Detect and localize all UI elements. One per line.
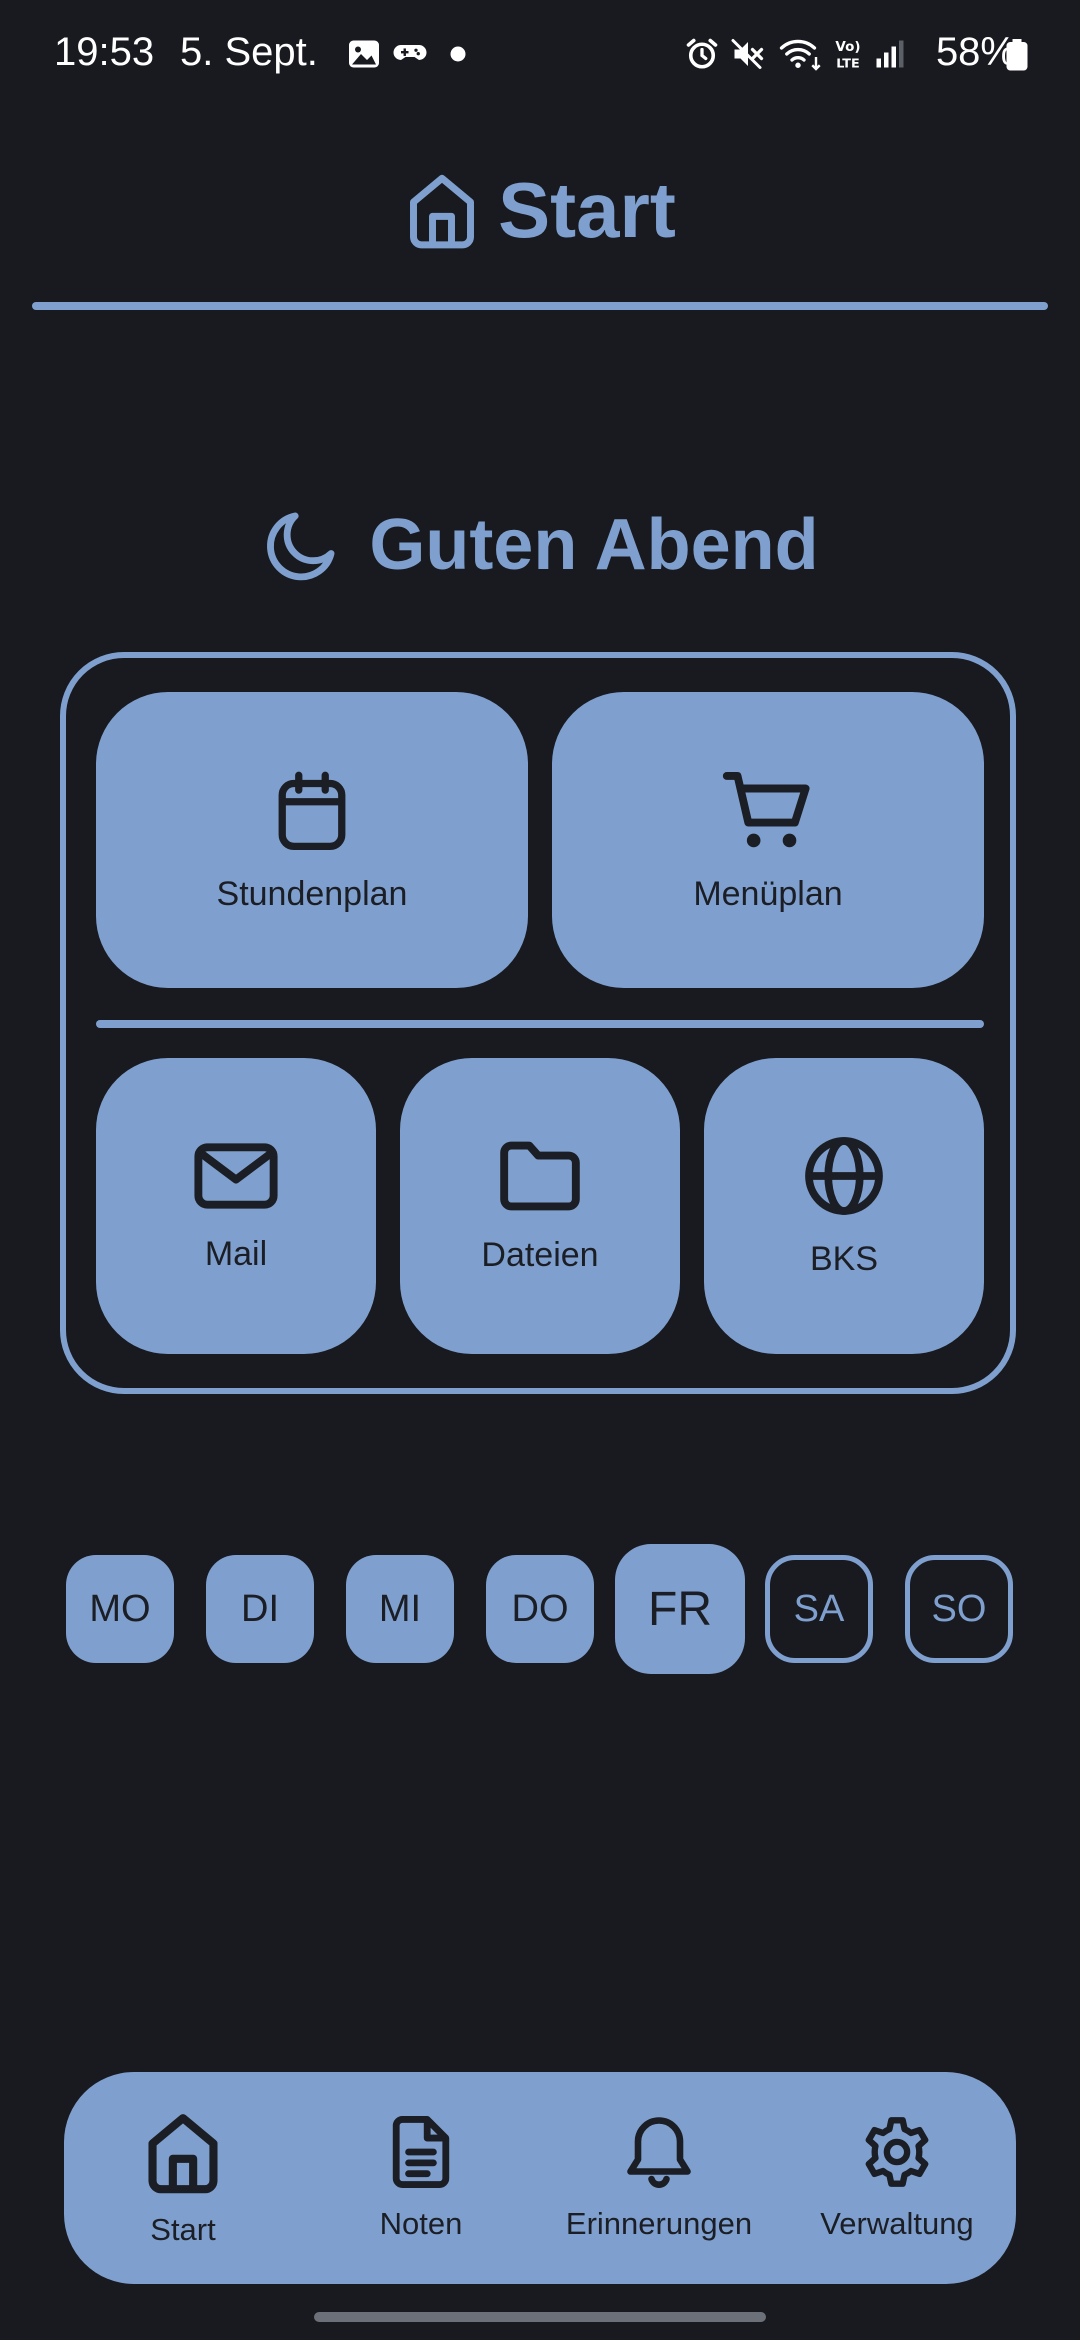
alarm-icon [686,38,718,69]
image-icon [349,40,379,68]
wifi-icon [779,39,821,71]
svg-text:LTE: LTE [836,57,859,72]
tile-label: Dateien [481,1235,599,1274]
home-icon [148,2114,218,2194]
mail-tile[interactable]: Mail [96,1058,376,1354]
tile-label: BKS [809,1239,879,1278]
greeting-text: Guten Abend [369,505,819,585]
page-header: Start [0,155,1080,265]
nav-item-start[interactable]: Start [64,2072,302,2284]
page-title: Start [498,165,676,254]
bell-icon [627,2117,691,2188]
nav-item-erinnerungen[interactable]: Erinnerungen [540,2072,778,2284]
day-chip-mi[interactable]: MI [346,1555,454,1663]
home-icon [410,174,475,249]
cart-icon [722,771,810,847]
tile-label: Stundenplan [216,874,408,913]
nav-label: Noten [379,2206,463,2241]
svg-text:Vo): Vo) [835,39,860,55]
gear-icon [865,2117,929,2187]
day-chip-mo[interactable]: MO [66,1555,174,1663]
stundenplan-tile[interactable]: Stundenplan [96,692,528,988]
bks-tile[interactable]: BKS [704,1058,984,1354]
calendar-icon [278,771,346,850]
status-time: 19:53 [54,30,155,74]
folder-icon [500,1141,580,1210]
document-icon [392,2116,450,2188]
mail-icon [194,1142,278,1209]
signal-icon [876,40,904,68]
game-controller-icon [393,45,427,60]
day-chip-do[interactable]: DO [486,1555,594,1663]
nav-label: Verwaltung [820,2206,974,2241]
nav-item-verwaltung[interactable]: Verwaltung [778,2072,1016,2284]
battery-icon [1006,39,1028,71]
tile-label: Menüplan [693,874,843,913]
day-chip-so[interactable]: SO [905,1555,1013,1663]
menueplan-tile[interactable]: Menüplan [552,692,984,988]
volte-icon: Vo) LTE [835,39,860,72]
bottom-navigation: Start Noten Erinnerungen Verwaltung [64,2072,1016,2284]
status-date: 5. Sept. [180,30,318,74]
greeting: Guten Abend [0,490,1080,600]
day-chip-di[interactable]: DI [206,1555,314,1663]
nav-label: Start [150,2212,216,2247]
dateien-tile[interactable]: Dateien [400,1058,680,1354]
day-chip-sa[interactable]: SA [765,1555,873,1663]
nav-item-noten[interactable]: Noten [302,2072,540,2284]
nav-label: Erinnerungen [565,2206,753,2241]
mute-icon [731,39,764,69]
tile-label: Mail [204,1234,268,1273]
moon-icon [267,512,335,581]
notification-dot-icon [450,46,466,62]
home-indicator[interactable] [314,2312,766,2322]
status-bar: 19:53 5. Sept. Vo) LTE 58% [0,0,1080,110]
panel-divider [96,1020,984,1028]
header-divider [32,302,1048,310]
globe-icon [805,1136,883,1215]
day-chip-fr-selected[interactable]: FR [615,1544,745,1674]
